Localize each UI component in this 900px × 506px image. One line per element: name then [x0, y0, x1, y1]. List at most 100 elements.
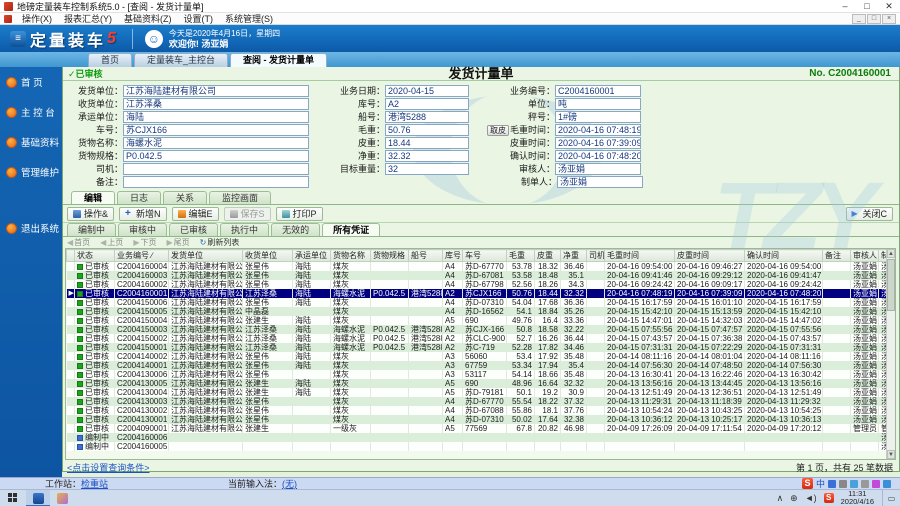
field-input[interactable]: 32: [385, 163, 469, 175]
field-input[interactable]: 海陆: [123, 111, 309, 123]
field-input[interactable]: C2004160001: [555, 85, 641, 97]
filter-tab-4[interactable]: 无效的: [271, 223, 320, 236]
column-header-19[interactable]: 审核人: [851, 250, 879, 262]
column-header-7[interactable]: 货物规格: [371, 250, 409, 262]
table-row[interactable]: 已审核C2004130001江苏海陆建材有限公司张星伟煤灰A4苏D-073105…: [67, 415, 897, 424]
tray-expand-icon[interactable]: ∧: [777, 493, 784, 504]
table-row[interactable]: ▶已审核C2004160001江苏海陆建材有限公司江苏泽桑海陆海螺水泥P0.04…: [67, 289, 897, 298]
field-input[interactable]: 2020-04-16 07:48:19: [555, 124, 641, 136]
table-row[interactable]: 已审核C2004150002江苏海陆建材有限公司江苏泽桑海陆海螺水泥P0.042…: [67, 334, 897, 343]
field-input[interactable]: 1#磅: [555, 111, 641, 123]
menu-item-0[interactable]: 操作(X): [16, 14, 58, 24]
table-row[interactable]: 已审核C2004130006江苏海陆建材有限公司张星伟煤灰A35311754.1…: [67, 370, 897, 379]
scroll-down-icon[interactable]: ▼: [887, 450, 895, 459]
column-header-6[interactable]: 货物名称: [331, 250, 371, 262]
toolbar-button-2[interactable]: 编辑E: [172, 207, 219, 221]
tray-sogou-icon[interactable]: S: [824, 493, 834, 503]
field-input[interactable]: 吨: [555, 98, 641, 110]
taskbar-app-2[interactable]: [50, 490, 74, 506]
close-button[interactable]: ✕: [878, 1, 900, 12]
sidebar-item-2[interactable]: 基础资料: [0, 127, 62, 157]
ime-toolbox-icon[interactable]: [883, 480, 891, 488]
field-input[interactable]: A2: [385, 98, 469, 110]
scroll-thumb[interactable]: [887, 259, 895, 311]
column-header-8[interactable]: 船号: [409, 250, 443, 262]
column-header-1[interactable]: 状态: [75, 250, 115, 262]
volume-icon[interactable]: ◄): [805, 493, 817, 503]
table-row[interactable]: 已审核C2004130003江苏海陆建材有限公司张星伟煤灰A4苏D-677705…: [67, 397, 897, 406]
column-header-14[interactable]: 司机: [587, 250, 605, 262]
ime-skin-icon[interactable]: [872, 480, 880, 488]
doc-tab-1[interactable]: 日志: [117, 191, 161, 204]
table-row[interactable]: 已审核C2004140002江苏海陆建材有限公司张星伟海陆煤灰A35606053…: [67, 352, 897, 361]
field-input[interactable]: P0.042.5: [123, 150, 309, 162]
pager-link-3[interactable]: ▶尾页: [166, 237, 189, 248]
column-header-18[interactable]: 备注: [823, 250, 851, 262]
toolbar-button-4[interactable]: 打印P: [276, 207, 323, 221]
pager-link-4[interactable]: ↻刷新列表: [200, 237, 240, 248]
doc-tab-0[interactable]: 编辑: [71, 191, 115, 204]
column-header-5[interactable]: 承运单位: [293, 250, 331, 262]
taskbar-app-current[interactable]: [26, 490, 50, 506]
field-input[interactable]: 汤亚娟: [555, 163, 641, 175]
filter-tab-0[interactable]: 编制中: [67, 223, 116, 236]
tab-0[interactable]: 首页: [88, 53, 132, 67]
scroll-up-icon[interactable]: ▲: [887, 249, 895, 258]
column-header-15[interactable]: 毛重时间: [605, 250, 675, 262]
sidebar-item-0[interactable]: 首 页: [0, 67, 62, 97]
field-input[interactable]: 50.76: [385, 124, 469, 136]
column-header-3[interactable]: 发货单位: [169, 250, 243, 262]
set-query-conditions-link[interactable]: <点击设置查询条件>: [67, 461, 150, 474]
workstation-link[interactable]: 检重站: [81, 479, 108, 489]
column-header-0[interactable]: [67, 250, 75, 262]
vertical-scrollbar[interactable]: ▲ ▼: [886, 249, 895, 459]
filter-tab-1[interactable]: 审核中: [118, 223, 167, 236]
column-header-9[interactable]: 库号: [443, 250, 463, 262]
ime-link[interactable]: (无): [282, 479, 297, 489]
table-row[interactable]: 已审核C2004160003江苏海陆建材有限公司张星伟海陆煤灰A4苏D-6708…: [67, 271, 897, 280]
menu-item-2[interactable]: 基础资料(Z): [118, 14, 178, 24]
ime-settings-icon[interactable]: [828, 480, 836, 488]
sogou-icon[interactable]: S: [802, 478, 813, 489]
column-header-13[interactable]: 净重: [561, 250, 587, 262]
table-row[interactable]: 已审核C2004150004江苏海陆建材有限公司张建生海陆煤灰A569049.7…: [67, 316, 897, 325]
field-input[interactable]: 江苏泽桑: [123, 98, 309, 110]
field-input[interactable]: 2020-04-16 07:48:20: [555, 150, 641, 162]
sidebar-item-1[interactable]: 主 控 台: [0, 97, 62, 127]
toolbar-button-1[interactable]: +新增N: [119, 207, 167, 221]
menu-item-4[interactable]: 系统管理(S): [219, 14, 279, 24]
field-input[interactable]: 港湾5288: [385, 111, 469, 123]
sidebar-item-3[interactable]: 管理维护: [0, 157, 62, 187]
mdi-control-0[interactable]: _: [852, 14, 866, 24]
filter-tab-2[interactable]: 已审核: [169, 223, 218, 236]
field-input[interactable]: 2020-04-16 07:39:09: [555, 137, 641, 149]
table-row[interactable]: 编制中C2004160005汤亚娟: [67, 442, 897, 451]
field-input[interactable]: [123, 163, 309, 175]
table-row[interactable]: 已审核C2004150006江苏海陆建材有限公司张星伟海陆煤灰A4苏D-0731…: [67, 298, 897, 307]
pager-link-1[interactable]: ◀上页: [100, 237, 123, 248]
field-input[interactable]: 18.44: [385, 137, 469, 149]
pager-link-2[interactable]: ▶下页: [133, 237, 156, 248]
table-row[interactable]: 已审核C2004160004江苏海陆建材有限公司张星伟海陆煤灰A4苏D-6777…: [67, 262, 897, 272]
toolbar-button-0[interactable]: 操作&: [67, 207, 114, 221]
ime-keyboard-icon[interactable]: [850, 480, 858, 488]
column-header-2[interactable]: 业务编号 ∕: [115, 250, 169, 262]
column-header-11[interactable]: 毛重: [507, 250, 535, 262]
table-row[interactable]: 编制中C2004160006汤亚娟: [67, 433, 897, 442]
taskbar-clock[interactable]: 11:31 2020/4/16: [841, 490, 874, 506]
field-input[interactable]: 2020-04-15: [385, 85, 469, 97]
column-header-4[interactable]: 收货单位: [243, 250, 293, 262]
field-input[interactable]: [123, 176, 309, 188]
tare-capture-button[interactable]: 取皮: [487, 125, 509, 136]
notification-center-icon[interactable]: ▭: [882, 490, 900, 506]
column-header-10[interactable]: 车号: [463, 250, 507, 262]
mdi-control-2[interactable]: ×: [882, 14, 896, 24]
sidebar-item-exit[interactable]: 退出系统: [0, 213, 62, 243]
table-row[interactable]: 已审核C2004150001江苏海陆建材有限公司江苏泽桑海陆海螺水泥P0.042…: [67, 343, 897, 352]
tab-1[interactable]: 定量装车_主控台: [134, 53, 228, 67]
table-row[interactable]: 已审核C2004130004江苏海陆建材有限公司张建生海陆煤灰A5苏D-7918…: [67, 388, 897, 397]
menu-item-3[interactable]: 设置(T): [178, 14, 220, 24]
ime-mic-icon[interactable]: [839, 480, 847, 488]
table-row[interactable]: 已审核C2004150003江苏海陆建材有限公司江苏泽桑海陆海螺水泥P0.042…: [67, 325, 897, 334]
close-form-button[interactable]: ▶关闭C: [846, 207, 894, 221]
